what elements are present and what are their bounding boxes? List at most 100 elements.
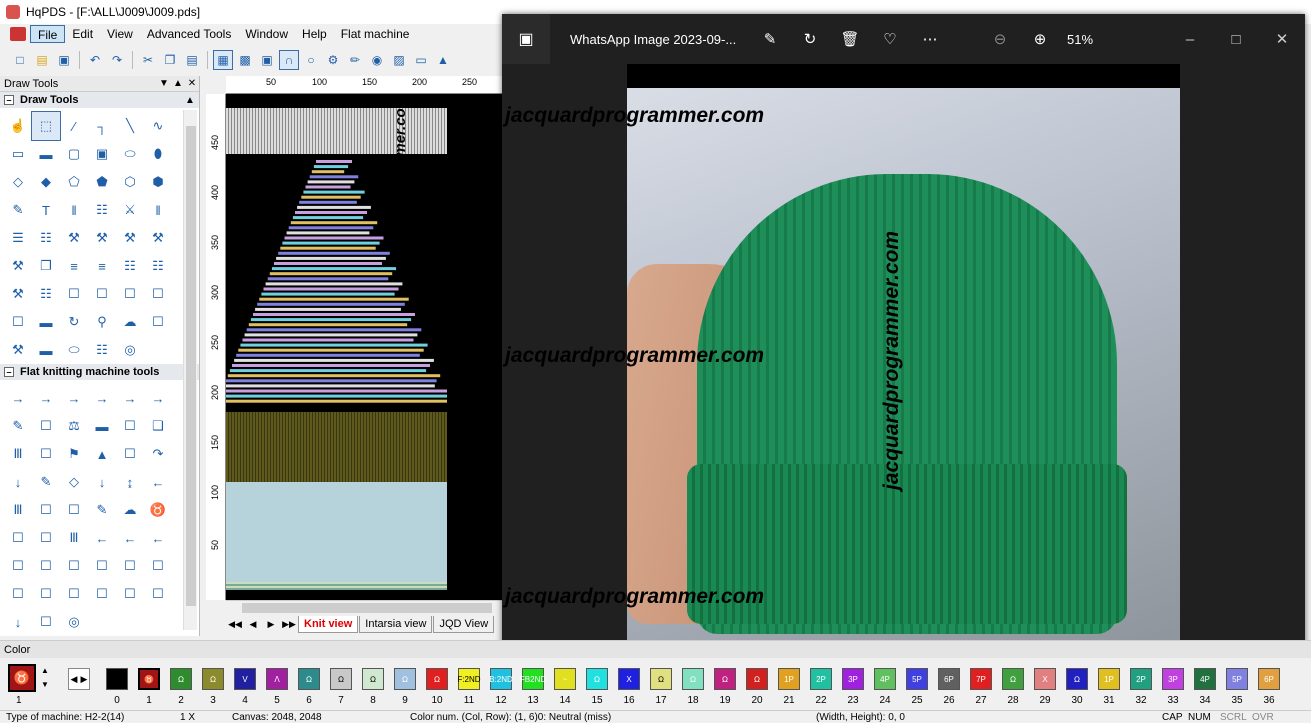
color-swatch[interactable]: Ω — [650, 668, 672, 690]
color-swatch[interactable]: 3P — [842, 668, 864, 690]
close-icon[interactable]: ✕ — [1259, 30, 1305, 48]
tool-icon[interactable]: ▲ — [88, 440, 116, 468]
minimize-icon[interactable]: – — [1167, 31, 1213, 48]
tool-icon[interactable]: ❑ — [144, 412, 172, 440]
menu-advanced-tools[interactable]: Advanced Tools — [140, 25, 239, 43]
color-swatch[interactable]: Ω — [330, 668, 352, 690]
copy-icon[interactable]: ❐ — [160, 50, 180, 70]
tool-icon[interactable]: Ⅲ — [4, 496, 32, 524]
panel-dropdown-icon[interactable]: ▼ — [157, 78, 171, 89]
tool-icon[interactable]: ▬ — [32, 140, 60, 168]
icon-view-icon[interactable]: ▣ — [257, 50, 277, 70]
tool-icon[interactable]: ☐ — [4, 308, 32, 336]
canvas-hscrollbar[interactable] — [226, 600, 502, 614]
menu-help[interactable]: Help — [295, 25, 334, 43]
tool-icon[interactable]: → — [4, 384, 32, 412]
color-swatch[interactable]: X — [618, 668, 640, 690]
tool-icon[interactable]: ◇ — [4, 168, 32, 196]
color-swatch[interactable]: Ω — [394, 668, 416, 690]
color-swatch[interactable]: Λ — [266, 668, 288, 690]
panel-close-icon[interactable]: ✕ — [185, 78, 199, 89]
color-swatch[interactable]: Ω — [746, 668, 768, 690]
color-swatch[interactable]: 2P — [810, 668, 832, 690]
tool-icon[interactable]: ☐ — [116, 412, 144, 440]
tool-icon[interactable]: ☐ — [88, 280, 116, 308]
tool-icon[interactable]: ☐ — [32, 524, 60, 552]
color-swatch[interactable]: 2P — [1130, 668, 1152, 690]
tool-icon[interactable]: ⬚ — [31, 111, 61, 141]
tool-icon[interactable]: ✎ — [88, 496, 116, 524]
knit-icon[interactable]: ▭ — [411, 50, 431, 70]
tool-icon[interactable]: ╲ — [116, 112, 144, 140]
color-swatch[interactable]: Ω — [298, 668, 320, 690]
tool-icon[interactable]: ◎ — [60, 608, 88, 636]
tool-icon[interactable]: ☐ — [32, 608, 60, 636]
tool-icon[interactable]: ⬭ — [116, 140, 144, 168]
color-swatch[interactable]: 3P — [1162, 668, 1184, 690]
tool-icon[interactable]: ☐ — [144, 580, 172, 608]
color-swatch[interactable]: Ω — [362, 668, 384, 690]
color-swatch[interactable]: ~ — [554, 668, 576, 690]
tool-icon[interactable]: ⬢ — [144, 168, 172, 196]
tool-icon[interactable]: ✎ — [32, 468, 60, 496]
tool-icon[interactable]: ☐ — [32, 496, 60, 524]
delete-icon[interactable]: 🗑 — [830, 30, 870, 48]
tab-intarsia-view[interactable]: Intarsia view — [359, 615, 433, 633]
new-file-icon[interactable]: □ — [10, 50, 30, 70]
tool-icon[interactable]: ✎ — [4, 412, 32, 440]
color-swatch[interactable]: B:2ND — [489, 668, 513, 690]
color-swatch[interactable]: Ω — [714, 668, 736, 690]
settings-icon[interactable]: ⚙ — [323, 50, 343, 70]
tab-jqd-view[interactable]: JQD View — [433, 615, 495, 633]
section-collapse-chevron-icon[interactable]: ▲ — [185, 95, 199, 106]
tool-icon[interactable]: ☐ — [32, 552, 60, 580]
gallery-icon[interactable]: ▣ — [502, 14, 550, 64]
tool-icon[interactable]: ▣ — [88, 140, 116, 168]
tool-icon[interactable]: ⚒ — [144, 224, 172, 252]
tool-icon[interactable]: ↷ — [144, 440, 172, 468]
color-swatch[interactable]: 1P — [1098, 668, 1120, 690]
tool-icon[interactable]: ☐ — [116, 580, 144, 608]
tool-icon[interactable]: ❐ — [32, 252, 60, 280]
edit-image-icon[interactable]: ✎ — [750, 30, 790, 48]
tool-icon[interactable]: ☐ — [60, 580, 88, 608]
tab-first-icon[interactable]: ◀◀ — [226, 619, 244, 630]
scrollbar-thumb[interactable] — [242, 603, 492, 613]
view-grid-icon[interactable]: ▩ — [235, 50, 255, 70]
tool-icon[interactable]: ☐ — [116, 280, 144, 308]
color-swatch[interactable]: 6P — [938, 668, 960, 690]
tool-icon[interactable]: ▬ — [32, 308, 60, 336]
color-spinner-icon[interactable]: ▲ ▼ — [40, 664, 50, 692]
tool-icon[interactable]: ⬭ — [60, 336, 88, 364]
undo-icon[interactable]: ↶ — [85, 50, 105, 70]
tool-icon[interactable]: Ⅲ — [4, 440, 32, 468]
tool-icon[interactable]: ⚒ — [116, 224, 144, 252]
menu-window[interactable]: Window — [238, 25, 295, 43]
tool-icon[interactable]: → — [88, 384, 116, 412]
tool-icon[interactable]: ☷ — [88, 336, 116, 364]
color-swatch[interactable]: Ω — [426, 668, 448, 690]
color-swatch[interactable]: 5P — [1226, 668, 1248, 690]
tool-icon[interactable]: ♉ — [144, 496, 172, 524]
export-icon[interactable]: ▲ — [433, 50, 453, 70]
tool-icon[interactable]: ☐ — [4, 580, 32, 608]
tool-icon[interactable]: ↻ — [60, 308, 88, 336]
tool-icon[interactable]: ☷ — [116, 252, 144, 280]
tool-icon[interactable]: ▬ — [88, 412, 116, 440]
color-swatch[interactable] — [106, 668, 128, 690]
color-swatch[interactable]: FB2ND — [520, 668, 546, 690]
tool-icon[interactable]: ◆ — [32, 168, 60, 196]
color-swatch[interactable]: V — [234, 668, 256, 690]
tool-icon[interactable]: ⚒ — [88, 224, 116, 252]
tool-icon[interactable]: ⬮ — [144, 140, 172, 168]
tool-icon[interactable]: ☐ — [4, 552, 32, 580]
menu-file[interactable]: File — [30, 25, 66, 43]
zoom-in-icon[interactable]: ⊕ — [1020, 30, 1060, 48]
tool-icon[interactable]: ◎ — [116, 336, 144, 364]
color-swatch[interactable]: X — [1034, 668, 1056, 690]
menu-view[interactable]: View — [100, 25, 140, 43]
zoom-out-icon[interactable]: ⊖ — [980, 30, 1020, 48]
tool-icon[interactable]: ☐ — [32, 440, 60, 468]
tool-icon[interactable]: ◇ — [60, 468, 88, 496]
tool-icon[interactable]: ☐ — [60, 552, 88, 580]
